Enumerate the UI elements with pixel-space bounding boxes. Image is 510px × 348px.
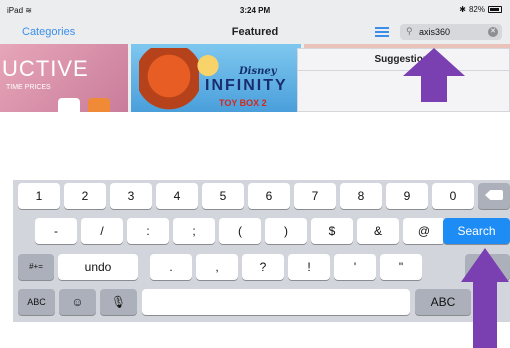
promo-subtitle: TIME PRICES — [6, 84, 51, 91]
list-icon[interactable] — [375, 27, 389, 37]
key-symbol[interactable]: ) — [265, 218, 307, 244]
battery-percent: 82% — [468, 5, 485, 14]
status-right: ✱ 82% — [459, 5, 502, 14]
status-bar: iPad ≋ 3:24 PM ✱ 82% — [0, 0, 510, 18]
navigation-bar: Categories Featured ⚲ ✕ — [0, 18, 510, 44]
key-symbol[interactable]: ; — [173, 218, 215, 244]
search-key[interactable]: Search — [443, 218, 510, 244]
backspace-icon — [485, 190, 503, 200]
keyboard-row-punctuation: #+= undo.,?! ' " — [13, 254, 510, 284]
key-symbol[interactable]: ( — [219, 218, 261, 244]
key-4[interactable]: 4 — [156, 183, 198, 209]
space-key[interactable] — [142, 289, 410, 315]
keyboard: 1234567890 - /:;() $ & @ Search #+= undo.,?! ' "… — [13, 180, 510, 322]
toybox-logo: TOY BOX 2 — [219, 98, 267, 108]
key-0[interactable]: 0 — [432, 183, 474, 209]
app-tile-icon — [58, 98, 80, 112]
emoji-key[interactable]: ☺ — [59, 289, 96, 315]
promo-title: UCTIVE — [2, 56, 89, 81]
key-9[interactable]: 9 — [386, 183, 428, 209]
key-8[interactable]: 8 — [340, 183, 382, 209]
key-2[interactable]: 2 — [64, 183, 106, 209]
key-punctuation[interactable]: ! — [288, 254, 330, 280]
character-image — [139, 48, 199, 112]
key-punctuation[interactable]: . — [150, 254, 192, 280]
key-6[interactable]: 6 — [248, 183, 290, 209]
battery-icon — [488, 6, 502, 13]
key-punctuation[interactable]: , — [196, 254, 238, 280]
key-symbol[interactable]: / — [81, 218, 123, 244]
keyboard-row-symbols: - /:;() $ & @ Search — [13, 218, 510, 248]
key-punctuation[interactable]: ' — [334, 254, 376, 280]
search-input[interactable] — [419, 27, 485, 37]
key-5[interactable]: 5 — [202, 183, 244, 209]
dictation-key[interactable]: 🎙 — [100, 289, 137, 315]
banner-disney-infinity[interactable]: Disney INFINITY TOY BOX 2 — [131, 44, 301, 112]
app-tile-icon — [88, 98, 110, 112]
key-7[interactable]: 7 — [294, 183, 336, 209]
backspace-key[interactable] — [478, 183, 510, 209]
key-symbol[interactable]: - — [35, 218, 77, 244]
search-field[interactable]: ⚲ ✕ — [400, 24, 502, 40]
abc-key[interactable]: ABC — [18, 289, 55, 315]
key-symbol[interactable]: : — [127, 218, 169, 244]
banner-promo-left[interactable]: UCTIVE TIME PRICES — [0, 44, 128, 112]
key-punctuation[interactable]: ? — [242, 254, 284, 280]
annotation-arrow-icon — [461, 248, 509, 348]
disney-logo: Disney — [239, 66, 277, 77]
status-time: 3:24 PM — [239, 6, 271, 15]
key-symbol[interactable]: $ — [311, 218, 353, 244]
key-3[interactable]: 3 — [110, 183, 152, 209]
key-symbol[interactable]: @ — [403, 218, 445, 244]
undo-key[interactable]: undo — [58, 254, 138, 280]
key-1[interactable]: 1 — [18, 183, 60, 209]
key-symbol[interactable]: & — [357, 218, 399, 244]
key-punctuation[interactable]: " — [380, 254, 422, 280]
clear-icon[interactable]: ✕ — [488, 27, 498, 37]
keyboard-row-numbers: 1234567890 — [13, 183, 510, 213]
annotation-arrow-icon — [403, 48, 465, 102]
more-symbols-key[interactable]: #+= — [18, 254, 54, 280]
infinity-logo: INFINITY — [205, 77, 288, 94]
microphone-icon: 🎙 — [110, 295, 127, 309]
keyboard-row-bottom: ABC ☺ 🎙 ABC — [13, 289, 510, 319]
emoji-icon: ☺ — [71, 295, 84, 309]
bluetooth-icon: ✱ — [459, 5, 466, 14]
search-icon: ⚲ — [406, 26, 413, 36]
